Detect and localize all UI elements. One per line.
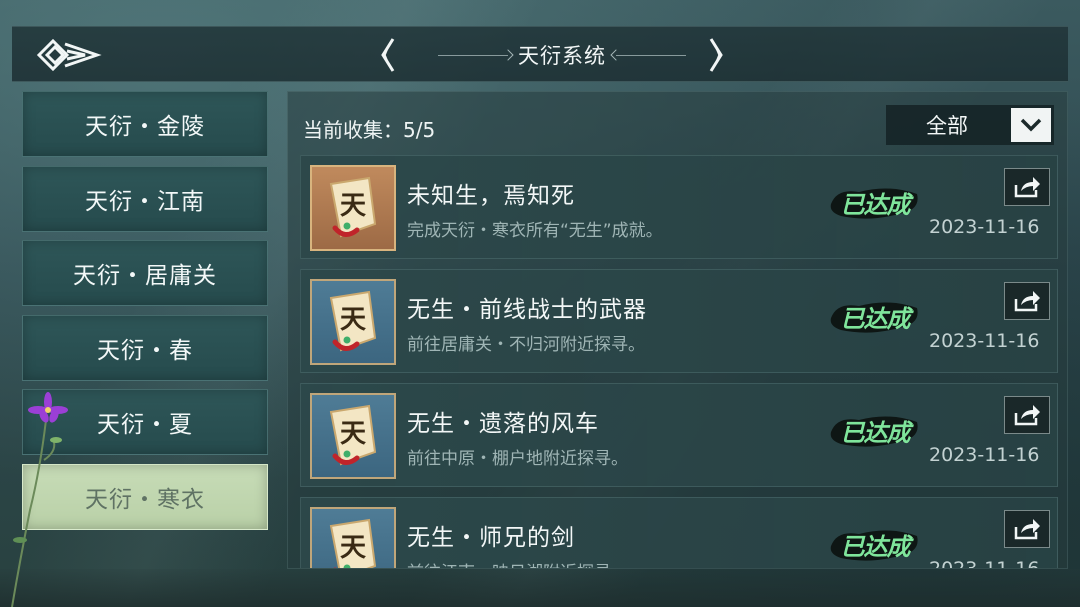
scroll-seal-icon: 天: [329, 290, 377, 352]
filter-toggle-button[interactable]: [1011, 108, 1051, 142]
share-icon: [1014, 405, 1040, 426]
achievement-row: 天 无生・前线战士的武器 前往居庸关・不归河附近探寻。 已达成 2023-11-…: [300, 269, 1058, 373]
diamond-logo-icon: [36, 38, 102, 72]
sidebar-item-hanyi[interactable]: 天衍・寒衣: [22, 463, 268, 530]
chevron-right-icon: [709, 38, 723, 72]
achievement-desc: 完成天衍・寒衣所有“无生”成就。: [407, 221, 663, 241]
badge-label: 已达成: [840, 531, 911, 561]
achievement-desc: 前往居庸关・不归河附近探寻。: [407, 335, 645, 355]
completed-badge: 已达成: [829, 296, 921, 336]
filter-selected-label: 全部: [926, 114, 968, 138]
achievement-icon: 天: [310, 507, 396, 568]
completed-badge: 已达成: [829, 410, 921, 450]
sidebar-item-label: 天衍・春: [97, 337, 193, 364]
title-ornament-right: [616, 54, 686, 56]
badge-label: 已达成: [840, 417, 911, 447]
scroll-seal-icon: 天: [329, 404, 377, 466]
sidebar-item-label: 天衍・夏: [97, 412, 193, 438]
sidebar-item-label: 天衍・金陵: [85, 114, 205, 140]
share-icon: [1014, 177, 1040, 198]
achievement-date: 2023-11-16: [929, 216, 1040, 238]
achievement-date: 2023-11-16: [929, 330, 1040, 352]
share-button[interactable]: [1004, 168, 1050, 206]
achievement-list: 天 未知生，焉知死 完成天衍・寒衣所有“无生”成就。 已达成 2023-11-1…: [300, 155, 1058, 569]
title-ornament-left: [438, 54, 508, 56]
sidebar-item-label: 天衍・居庸关: [73, 263, 217, 289]
achievement-desc: 前往江南・映日湖附近探寻。: [407, 558, 628, 568]
icon-glyph: 天: [340, 305, 366, 335]
next-arrow-button[interactable]: [705, 35, 727, 75]
sidebar-item-label: 天衍・寒衣: [85, 486, 205, 513]
achievement-icon: 天: [310, 279, 396, 365]
header-bar: 天衍系统: [12, 26, 1068, 82]
achievement-row: 天 无生・遗落的风车 前往中原・棚户地附近探寻。 已达成 2023-11-16: [300, 383, 1058, 487]
icon-glyph: 天: [340, 419, 366, 449]
completed-badge: 已达成: [829, 182, 921, 222]
sidebar-item-spring[interactable]: 天衍・春: [22, 314, 268, 381]
achievement-title: 无生・遗落的风车: [407, 411, 599, 437]
share-button[interactable]: [1004, 396, 1050, 434]
bottom-fade: [0, 569, 1080, 607]
scroll-seal-icon: 天: [329, 176, 377, 238]
icon-glyph: 天: [340, 191, 366, 221]
sidebar-item-juyongguan[interactable]: 天衍・居庸关: [22, 240, 268, 306]
filter-dropdown[interactable]: 全部: [886, 105, 1054, 145]
achievement-date: 2023-11-16: [929, 558, 1040, 569]
achievement-date: 2023-11-16: [929, 444, 1040, 466]
completed-badge: 已达成: [829, 524, 921, 564]
page-title: 天衍系统: [518, 44, 606, 68]
badge-label: 已达成: [840, 189, 911, 219]
badge-label: 已达成: [840, 303, 911, 333]
icon-glyph: 天: [340, 533, 366, 563]
achievement-row: 天 未知生，焉知死 完成天衍・寒衣所有“无生”成就。 已达成 2023-11-1…: [300, 155, 1058, 259]
scroll-seal-icon: 天: [329, 518, 377, 568]
share-icon: [1014, 519, 1040, 540]
share-button[interactable]: [1004, 282, 1050, 320]
sidebar-item-summer[interactable]: 天衍・夏: [22, 389, 268, 455]
achievement-icon: 天: [310, 165, 396, 251]
category-sidebar: 天衍・金陵 天衍・江南 天衍・居庸关 天衍・春 天衍・夏 天衍・寒衣: [22, 91, 269, 538]
share-button[interactable]: [1004, 510, 1050, 548]
back-button[interactable]: [30, 27, 106, 83]
collection-count: 当前收集：5/5: [303, 118, 436, 142]
achievement-row: 天 无生・师兄的剑 前往江南・映日湖附近探寻。 已达成 2023-11-16: [300, 497, 1058, 569]
achievement-desc: 前往中原・棚户地附近探寻。: [407, 449, 628, 469]
achievement-title: 未知生，焉知死: [407, 183, 575, 209]
share-icon: [1014, 291, 1040, 312]
header-title-group: 天衍系统: [387, 27, 737, 83]
sidebar-item-label: 天衍・江南: [85, 188, 205, 215]
sidebar-item-jiangnan[interactable]: 天衍・江南: [22, 165, 268, 232]
achievement-title: 无生・师兄的剑: [407, 525, 575, 551]
achievement-title: 无生・前线战士的武器: [407, 297, 647, 323]
chevron-down-icon: [1020, 118, 1042, 132]
achievement-panel: 当前收集：5/5 全部 天 未知生，焉知死 完成天衍・寒衣所有“无生”成就。 已…: [287, 91, 1068, 569]
achievement-icon: 天: [310, 393, 396, 479]
sidebar-item-jinling[interactable]: 天衍・金陵: [22, 91, 268, 157]
